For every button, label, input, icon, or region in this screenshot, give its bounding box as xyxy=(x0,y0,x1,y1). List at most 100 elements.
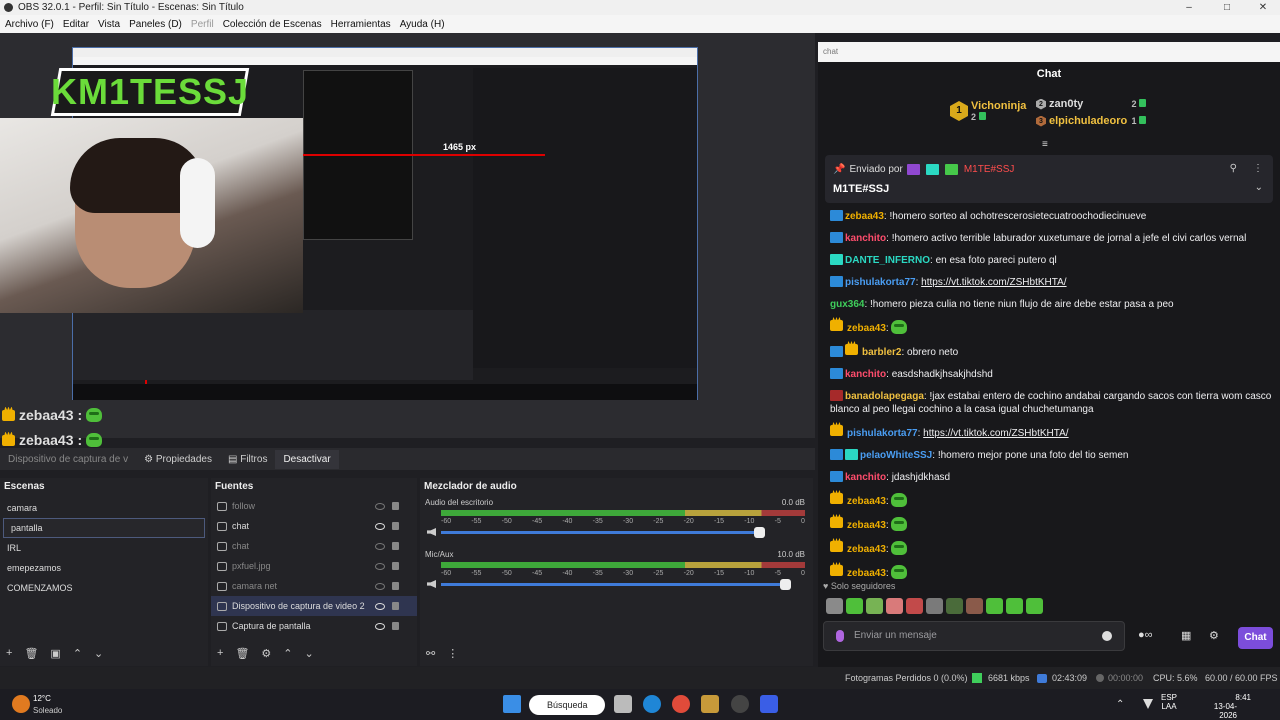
scene-item[interactable]: COMENZAMOS xyxy=(0,578,208,598)
edge-icon[interactable] xyxy=(643,695,661,713)
deactivate-button[interactable]: Desactivar xyxy=(275,449,339,469)
collapse-leaderboard-icon[interactable]: ≡ xyxy=(1042,139,1048,150)
eye-hidden-icon[interactable] xyxy=(375,502,385,510)
chat-username[interactable]: DANTE_INFERNO xyxy=(845,255,930,266)
source-item-selected[interactable]: Dispositivo de captura de video 2 xyxy=(211,596,417,616)
eye-hidden-icon[interactable] xyxy=(375,582,385,590)
lock-icon[interactable] xyxy=(392,542,399,550)
eye-hidden-icon[interactable] xyxy=(375,542,385,550)
menu-editar[interactable]: Editar xyxy=(58,19,93,30)
chat-username[interactable]: zebaa43 xyxy=(845,211,884,222)
wifi-icon[interactable] xyxy=(1143,699,1153,709)
chat-username[interactable]: pishulakorta77 xyxy=(845,277,916,288)
source-item[interactable]: chat xyxy=(211,536,417,556)
unpin-icon[interactable]: ⚲ xyxy=(1230,163,1237,174)
properties-button[interactable]: ⚙ Propiedades xyxy=(136,454,220,465)
source-item[interactable]: Captura de pantalla xyxy=(211,616,417,636)
lock-icon[interactable] xyxy=(392,582,399,590)
channel-points-icon[interactable]: ●∞ xyxy=(1138,629,1153,641)
app-icon[interactable] xyxy=(760,695,778,713)
minimize-button[interactable]: – xyxy=(1176,0,1202,15)
chat-username[interactable]: zebaa43 xyxy=(847,496,886,507)
emote-icon[interactable] xyxy=(1026,598,1043,614)
clock[interactable]: 8:41 13-04-2026 xyxy=(1214,693,1251,720)
chat-username[interactable]: banadolapegaga xyxy=(845,391,924,402)
source-item[interactable]: chat xyxy=(211,516,417,536)
emote-icon[interactable] xyxy=(906,598,923,614)
filters-button[interactable]: ▤ Filtros xyxy=(220,454,275,465)
eye-icon[interactable] xyxy=(375,602,385,610)
emote-icon[interactable] xyxy=(866,598,883,614)
chat-username[interactable]: kanchito xyxy=(845,369,886,380)
slider-knob[interactable] xyxy=(779,579,791,590)
emote-icon[interactable] xyxy=(986,598,1003,614)
chevron-down-icon[interactable]: ⌄ xyxy=(305,647,314,660)
emote-icon[interactable] xyxy=(886,598,903,614)
volume-slider[interactable] xyxy=(441,527,766,538)
chat-username[interactable]: pelaoWhiteSSJ xyxy=(860,450,932,461)
file-explorer-icon[interactable] xyxy=(614,695,632,713)
source-item[interactable]: pxfuel.jpg xyxy=(211,556,417,576)
menu-perfil[interactable]: Perfil xyxy=(186,19,218,30)
windows-start-icon[interactable] xyxy=(503,695,521,713)
scene-item[interactable]: camara xyxy=(0,498,208,518)
emote-icon[interactable] xyxy=(966,598,983,614)
store-icon[interactable]: ▦ xyxy=(1181,629,1191,642)
link-icon[interactable]: ⚯ xyxy=(426,647,435,660)
menu-herramientas[interactable]: Herramientas xyxy=(326,19,395,30)
chevron-down-icon[interactable]: ⌄ xyxy=(94,647,103,660)
slider-knob[interactable] xyxy=(754,527,766,538)
chat-username[interactable]: zebaa43 xyxy=(847,568,886,579)
chevron-up-icon[interactable]: ⌃ xyxy=(1116,699,1124,710)
obs-icon[interactable] xyxy=(731,695,749,713)
app-icon[interactable] xyxy=(701,695,719,713)
menu-coleccion[interactable]: Colección de Escenas xyxy=(218,19,326,30)
chat-input[interactable]: Enviar un mensaje xyxy=(823,621,1125,651)
eye-hidden-icon[interactable] xyxy=(375,562,385,570)
language-indicator[interactable]: ESP LAA xyxy=(1161,693,1177,711)
lock-icon[interactable] xyxy=(392,522,399,530)
chat-username[interactable]: zebaa43 xyxy=(847,323,886,334)
maximize-button[interactable]: □ xyxy=(1214,0,1240,15)
menu-archivo[interactable]: Archivo (F) xyxy=(0,19,58,30)
filter-icon[interactable]: ▣ xyxy=(50,647,60,660)
add-icon[interactable]: + xyxy=(6,647,12,660)
scene-item[interactable]: emepezamos xyxy=(0,558,208,578)
eye-icon[interactable] xyxy=(375,522,385,530)
menu-paneles[interactable]: Paneles (D) xyxy=(124,19,186,30)
emoji-icon[interactable] xyxy=(1102,631,1112,641)
lock-icon[interactable] xyxy=(392,622,399,630)
more-options-icon[interactable]: ⋮ xyxy=(1253,163,1263,174)
speaker-icon[interactable] xyxy=(427,528,436,536)
gear-icon[interactable]: ⚙ xyxy=(261,647,271,660)
emote-icon[interactable] xyxy=(846,598,863,614)
trash-icon[interactable]: 🗑 xyxy=(24,647,38,660)
chevron-up-icon[interactable]: ⌃ xyxy=(283,647,292,660)
weather-icon[interactable] xyxy=(12,695,30,713)
lock-icon[interactable] xyxy=(392,602,399,610)
volume-slider[interactable] xyxy=(441,579,791,590)
menu-dots-icon[interactable]: ⋮ xyxy=(447,647,458,660)
trash-icon[interactable]: 🗑 xyxy=(235,647,249,660)
chat-username[interactable]: zebaa43 xyxy=(847,544,886,555)
chevron-down-icon[interactable]: ⌄ xyxy=(1255,182,1263,193)
add-icon[interactable]: + xyxy=(217,647,223,660)
emote-icon[interactable] xyxy=(1006,598,1023,614)
scene-item-selected[interactable]: pantalla xyxy=(3,518,205,538)
chat-username[interactable]: gux364 xyxy=(830,299,864,310)
source-item[interactable]: follow xyxy=(211,496,417,516)
emote-icon[interactable] xyxy=(826,598,843,614)
menu-vista[interactable]: Vista xyxy=(93,19,124,30)
search-box[interactable]: Búsqueda xyxy=(529,695,605,715)
chat-username[interactable]: kanchito xyxy=(845,233,886,244)
eye-icon[interactable] xyxy=(375,622,385,630)
send-chat-button[interactable]: Chat xyxy=(1238,627,1273,649)
chrome-icon[interactable] xyxy=(672,695,690,713)
chevron-up-icon[interactable]: ⌃ xyxy=(73,647,82,660)
close-button[interactable]: ✕ xyxy=(1250,0,1276,15)
emote-icon[interactable] xyxy=(946,598,963,614)
lock-icon[interactable] xyxy=(392,502,399,510)
source-item[interactable]: camara net xyxy=(211,576,417,596)
microphone-icon[interactable] xyxy=(836,630,844,642)
chat-link[interactable]: https://vt.tiktok.com/ZSHbtKHTA/ xyxy=(921,277,1066,288)
